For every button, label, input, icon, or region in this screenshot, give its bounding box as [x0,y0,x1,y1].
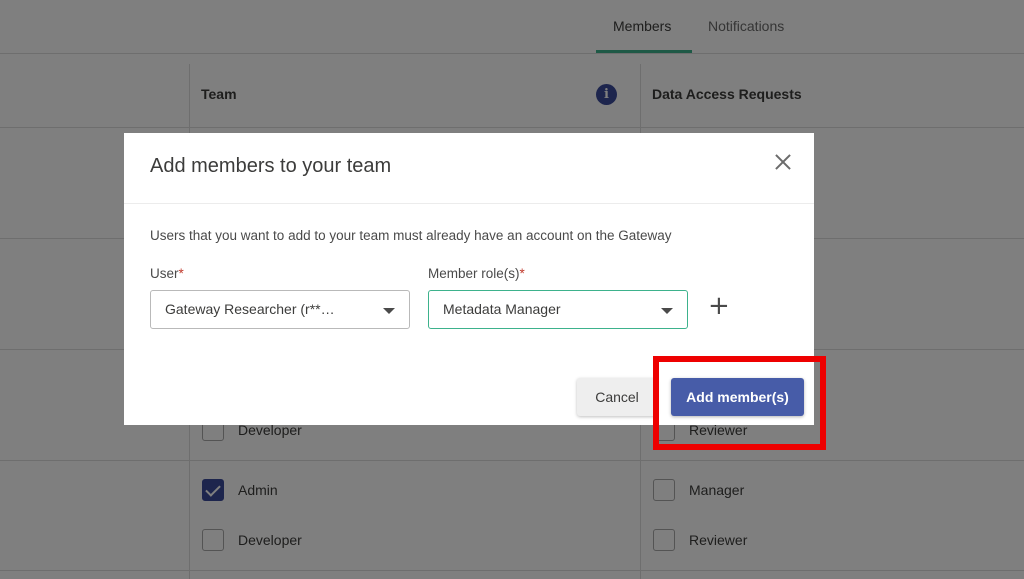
member-role-field-label: Member role(s)* [428,266,525,281]
plus-icon[interactable]: + [708,293,730,319]
user-select[interactable]: Gateway Researcher (r**… [150,290,410,329]
chevron-down-icon [661,308,673,314]
highlight-box [653,356,826,450]
required-marker: * [178,266,184,281]
member-role-select[interactable]: Metadata Manager [428,290,688,329]
chevron-down-icon [383,308,395,314]
dialog-description: Users that you want to add to your team … [150,228,672,243]
dialog-title: Add members to your team [150,155,392,177]
member-role-label-text: Member role(s) [428,266,520,281]
user-field-label: User* [150,266,184,281]
required-marker: * [519,266,525,281]
member-role-select-value: Metadata Manager [443,301,561,317]
user-select-value: Gateway Researcher (r**… [165,301,335,317]
dialog-divider [124,203,814,204]
cancel-button[interactable]: Cancel [577,378,657,416]
close-icon[interactable] [772,151,794,173]
user-label-text: User [150,266,179,281]
